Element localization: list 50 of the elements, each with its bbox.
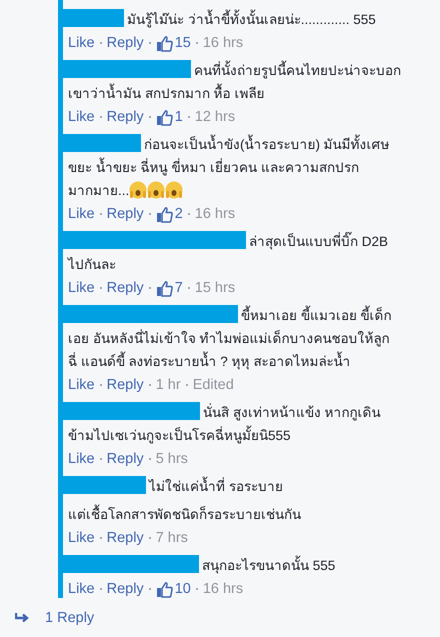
like-count: 1 xyxy=(174,109,183,125)
reply-link[interactable]: Reply xyxy=(106,206,144,222)
like-link[interactable]: Like xyxy=(68,581,95,597)
thumbs-up-icon xyxy=(156,580,173,598)
like-count: 2 xyxy=(174,206,183,222)
reply-arrow-icon xyxy=(15,612,31,624)
comment-time: 12 hrs xyxy=(194,109,236,125)
comment-time: 7 hrs xyxy=(156,530,188,546)
thumbs-up-icon xyxy=(156,34,173,52)
emoji-icon xyxy=(129,181,148,199)
replies-link[interactable]: 1 Reply xyxy=(45,610,94,626)
comment-text: คนที่นั้งถ่ายรูปนี้คนไทยปะน่าจะบอก เขาว่าน้ำมัน สกปรกมาก หื้อ เพลีย xyxy=(68,59,418,105)
like-link[interactable]: Like xyxy=(68,451,95,467)
comment-text: แต่เชื้อโลกสารพัดชนิดก็รอระบายเช่นกัน xyxy=(68,503,418,526)
thumbs-up-icon xyxy=(156,108,173,126)
emoji-icon xyxy=(165,181,184,199)
comment-text: นั่นสิ สูงเท่าหน้าแข้ง หากกูเดิน ข้ามไปเซเว่นกูจะเป็นโรคฉี่หนูมั้ยนิ555 xyxy=(68,401,418,447)
comment-time: 15 hrs xyxy=(194,280,236,296)
comment-time: 1 hr xyxy=(156,377,181,393)
reply-link[interactable]: Reply xyxy=(106,35,144,51)
like-link[interactable]: Like xyxy=(68,377,95,393)
reply-link[interactable]: Reply xyxy=(106,581,144,597)
reply-link[interactable]: Reply xyxy=(106,530,144,546)
like-link[interactable]: Like xyxy=(68,109,95,125)
comment-text: ขี้หมาเอย ขี้แมวเอย ขี้เด็ก เอย อันหลังนี่ไม่เข้าใจ ทำไมพ่อแม่เด็กบางคนชอบให้ลูก ฉี่ แอนด์ขี้ ลงท่อระบายน้ำ ? หุหุ สะอาดไหมล่ะน้ำ xyxy=(68,304,418,373)
reply-link[interactable]: Reply xyxy=(106,280,144,296)
reply-link[interactable]: Reply xyxy=(106,451,144,467)
comment-text: ก่อนจะเป็นน้ำขัง(น้ำรอระบาย) มันมีทั้งเศษ ขยะ น้ำขยะ ฉี่หนู ขี่หมา เยี่ยวคน และความสกปรก มากมาย... xyxy=(68,133,418,202)
redaction-bar xyxy=(63,9,124,27)
reply-link[interactable]: Reply xyxy=(106,377,144,393)
emoji-icon xyxy=(147,181,166,199)
comment-text: ไม่ใช่แค่น้ำที่ รอระบาย xyxy=(68,475,418,498)
like-count: 7 xyxy=(174,280,183,296)
comment-text: มันรู้ไม๊น่ะ ว่าน้ำขี้ทั้งนั้นเลยน่ะ............. 555 xyxy=(68,8,418,31)
like-count: 10 xyxy=(174,581,191,597)
thumbs-up-icon xyxy=(156,206,173,222)
like-link[interactable]: Like xyxy=(68,206,95,222)
comment-time: 16 hrs xyxy=(194,206,236,222)
like-count: 15 xyxy=(174,35,191,51)
like-link[interactable]: Like xyxy=(68,280,95,296)
thumbs-up-icon xyxy=(156,280,173,296)
comment-time: 16 hrs xyxy=(202,35,244,51)
like-link[interactable]: Like xyxy=(68,530,95,546)
like-link[interactable]: Like xyxy=(68,35,95,51)
comment-text: สนุกอะไรขนาดนั้น 555 xyxy=(68,554,418,577)
edited-label: Edited xyxy=(192,377,234,393)
comment-time: 5 hrs xyxy=(156,451,188,467)
comment-time: 16 hrs xyxy=(202,581,244,597)
comment-text: ล่าสุดเป็นแบบพี่บิ๊ก D2B ไปกันละ xyxy=(68,230,418,276)
reply-link[interactable]: Reply xyxy=(106,109,144,125)
